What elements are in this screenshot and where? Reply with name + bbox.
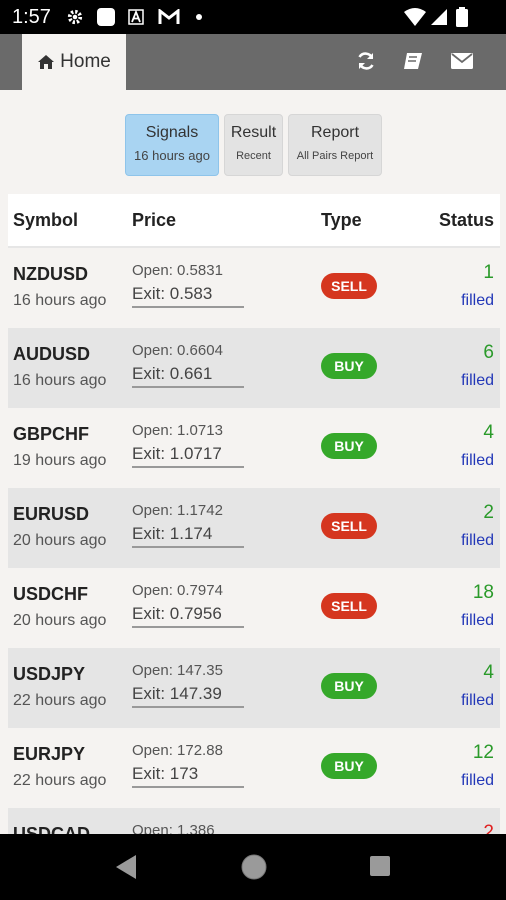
wifi-icon: [404, 8, 426, 26]
header-type: Type: [321, 210, 362, 230]
row-symbol: USDJPY: [13, 664, 86, 684]
table-header: Symbol Price Type Status: [8, 194, 500, 248]
table-row[interactable]: USDCAD Open: 1.386 2: [8, 808, 500, 834]
table-row[interactable]: USDCHF 20 hours ago Open: 0.7974 Exit: 0…: [8, 568, 500, 648]
back-icon[interactable]: [114, 854, 138, 880]
row-symbol: USDCHF: [13, 584, 88, 604]
row-symbol: EURUSD: [13, 504, 90, 524]
result-sub: Recent: [236, 150, 271, 162]
table-row[interactable]: USDJPY 22 hours ago Open: 147.35 Exit: 1…: [8, 648, 500, 728]
row-status: filled: [461, 372, 494, 389]
buy-badge: BUY: [321, 353, 377, 379]
row-time: 20 hours ago: [13, 532, 107, 549]
row-count: 6: [483, 342, 494, 363]
row-count: 12: [472, 742, 494, 763]
row-status: filled: [461, 532, 494, 549]
row-open-price: Open: 172.88: [132, 742, 223, 759]
row-exit-price: Exit: 1.174: [132, 524, 244, 548]
home-icon: [38, 55, 55, 69]
battery-icon: [456, 7, 468, 27]
row-symbol: NZDUSD: [13, 264, 88, 284]
row-open-price: Open: 1.0713: [132, 422, 223, 439]
row-exit-price: Exit: 0.7956: [132, 604, 244, 628]
row-open-price: Open: 1.386: [132, 822, 215, 834]
result-label: Result: [230, 124, 277, 141]
row-exit-price: Exit: 173: [132, 764, 244, 788]
row-status: filled: [461, 612, 494, 629]
row-open-price: Open: 1.1742: [132, 502, 223, 519]
sell-badge: SELL: [321, 513, 377, 539]
home-circle-icon[interactable]: [240, 853, 268, 881]
signals-table: Symbol Price Type Status NZDUSD 16 hours…: [8, 194, 500, 834]
signals-label: Signals: [145, 124, 199, 141]
rounded-square-icon: [97, 8, 115, 26]
row-exit-price: Exit: 147.39: [132, 684, 244, 708]
status-time: 1:57: [12, 6, 51, 28]
row-open-price: Open: 0.7974: [132, 582, 223, 599]
signals-sub: 16 hours ago: [134, 148, 210, 163]
home-tab-label: Home: [60, 51, 111, 72]
report-button[interactable]: Report All Pairs Report: [288, 114, 382, 176]
result-button[interactable]: Result Recent: [224, 114, 283, 176]
row-time: 22 hours ago: [13, 692, 107, 709]
row-open-price: Open: 0.6604: [132, 342, 223, 359]
table-row[interactable]: NZDUSD 16 hours ago Open: 0.5831 Exit: 0…: [8, 248, 500, 328]
signals-button[interactable]: Signals 16 hours ago: [125, 114, 219, 176]
row-status: filled: [461, 692, 494, 709]
header-price: Price: [132, 210, 177, 230]
dot-icon: [196, 14, 202, 20]
header-symbol: Symbol: [13, 210, 79, 230]
sell-badge: SELL: [321, 593, 377, 619]
header-status: Status: [438, 210, 494, 230]
a-icon: [128, 9, 144, 25]
row-status: filled: [461, 292, 494, 309]
app-bar: Home: [0, 34, 506, 90]
row-symbol: USDCAD: [13, 824, 91, 834]
report-sub: All Pairs Report: [296, 150, 374, 162]
table-row[interactable]: EURJPY 22 hours ago Open: 172.88 Exit: 1…: [8, 728, 500, 808]
row-open-price: Open: 147.35: [132, 662, 223, 679]
row-count: 1: [483, 262, 494, 283]
status-bar: 1:57: [0, 0, 506, 34]
row-count: 4: [483, 662, 494, 683]
book-icon[interactable]: [402, 51, 424, 71]
buy-badge: BUY: [321, 433, 377, 459]
table-row[interactable]: AUDUSD 16 hours ago Open: 0.6604 Exit: 0…: [8, 328, 500, 408]
row-symbol: EURJPY: [13, 744, 86, 764]
row-count: 18: [472, 582, 494, 603]
row-symbol: GBPCHF: [13, 424, 89, 444]
home-tab[interactable]: Home: [22, 34, 126, 90]
refresh-icon[interactable]: [356, 51, 376, 71]
buy-badge: BUY: [321, 753, 377, 779]
table-row[interactable]: GBPCHF 19 hours ago Open: 1.0713 Exit: 1…: [8, 408, 500, 488]
segment-bar: Signals 16 hours ago Result Recent Repor…: [0, 114, 506, 176]
row-exit-price: Exit: 1.0717: [132, 444, 244, 468]
row-status: filled: [461, 452, 494, 469]
row-count: 2: [483, 822, 494, 834]
row-symbol: AUDUSD: [13, 344, 91, 364]
row-time: 16 hours ago: [13, 292, 107, 309]
report-label: Report: [310, 124, 360, 141]
gmail-icon: [158, 9, 180, 24]
row-time: 22 hours ago: [13, 772, 107, 789]
sell-badge: SELL: [321, 273, 377, 299]
navigation-bar: [0, 834, 506, 900]
row-time: 16 hours ago: [13, 372, 107, 389]
row-open-price: Open: 0.5831: [132, 262, 223, 279]
table-row[interactable]: EURUSD 20 hours ago Open: 1.1742 Exit: 1…: [8, 488, 500, 568]
row-count: 2: [483, 502, 494, 523]
buy-badge: BUY: [321, 673, 377, 699]
row-exit-price: Exit: 0.661: [132, 364, 244, 388]
mail-icon[interactable]: [451, 53, 473, 69]
row-time: 20 hours ago: [13, 612, 107, 629]
row-time: 19 hours ago: [13, 452, 107, 469]
gear-icon: [67, 9, 83, 25]
signal-icon: [431, 9, 447, 25]
row-count: 4: [483, 422, 494, 443]
recents-icon[interactable]: [370, 856, 390, 876]
row-status: filled: [461, 772, 494, 789]
row-exit-price: Exit: 0.583: [132, 284, 244, 308]
